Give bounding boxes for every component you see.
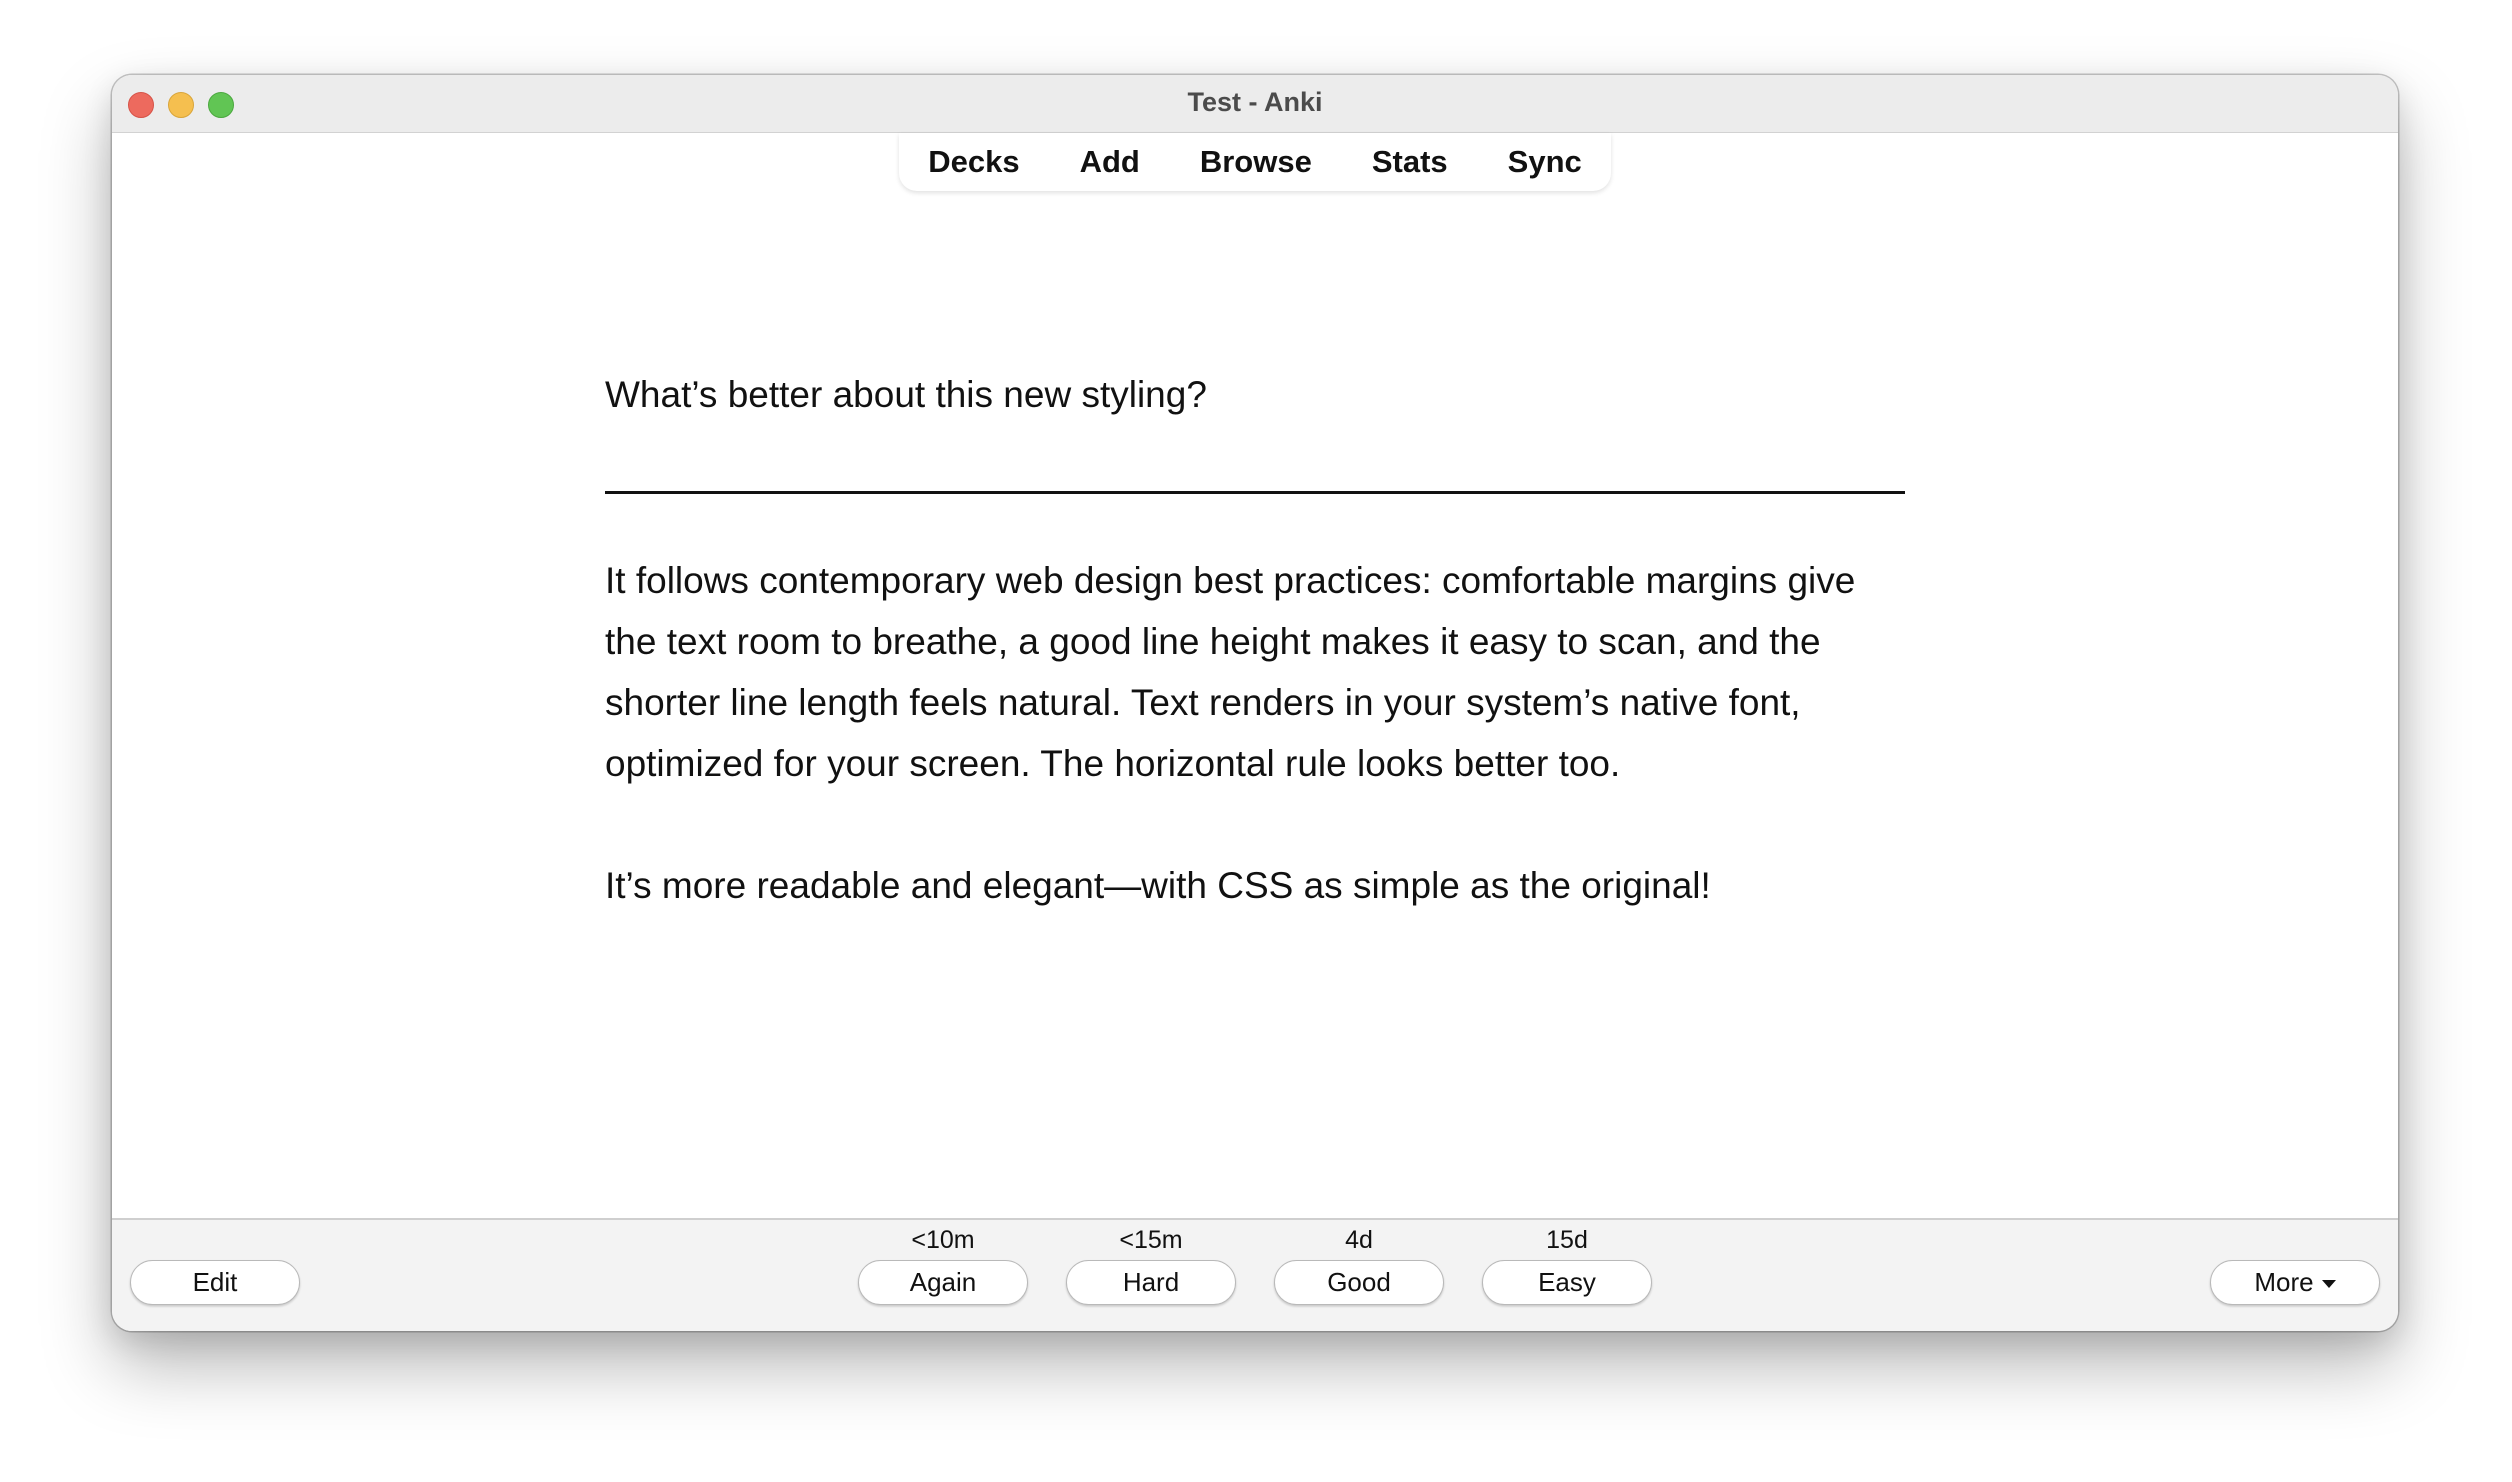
easy-interval: 15d xyxy=(1546,1226,1588,1254)
card-answer: It follows contemporary web design best … xyxy=(605,550,1905,916)
again-button[interactable]: Again xyxy=(858,1260,1028,1305)
card-content: What’s better about this new styling? It… xyxy=(605,365,1905,916)
main-toolbar: Decks Add Browse Stats Sync xyxy=(899,133,1611,191)
toolbar-browse-link[interactable]: Browse xyxy=(1200,144,1312,180)
answer-divider xyxy=(605,491,1905,494)
title-bar: Test - Anki xyxy=(112,75,2398,133)
anki-window: Test - Anki Decks Add Browse Stats Sync … xyxy=(112,75,2398,1331)
hard-button[interactable]: Hard xyxy=(1066,1260,1236,1305)
more-button[interactable]: More xyxy=(2210,1260,2380,1305)
dropdown-caret-icon xyxy=(2321,1279,2336,1288)
easy-button[interactable]: Easy xyxy=(1482,1260,1652,1305)
toolbar-sync-link[interactable]: Sync xyxy=(1508,144,1582,180)
more-button-label: More xyxy=(2254,1267,2314,1297)
toolbar-stats-link[interactable]: Stats xyxy=(1372,144,1448,180)
toolbar-add-link[interactable]: Add xyxy=(1080,144,1140,180)
good-button[interactable]: Good xyxy=(1274,1260,1444,1305)
edit-button[interactable]: Edit xyxy=(130,1260,300,1305)
hard-interval: <15m xyxy=(1119,1226,1183,1254)
answer-paragraph: It’s more readable and elegant—with CSS … xyxy=(605,865,1711,906)
review-bottom-bar: Edit <10m Again <15m Hard 4d Good 15d Ea… xyxy=(112,1218,2398,1331)
again-interval: <10m xyxy=(911,1226,975,1254)
answer-paragraph: It follows contemporary web design best … xyxy=(605,560,1856,784)
window-title: Test - Anki xyxy=(1187,87,1323,117)
good-interval: 4d xyxy=(1345,1226,1373,1254)
card-question: What’s better about this new styling? xyxy=(605,374,1207,415)
toolbar-decks-link[interactable]: Decks xyxy=(928,144,1019,180)
